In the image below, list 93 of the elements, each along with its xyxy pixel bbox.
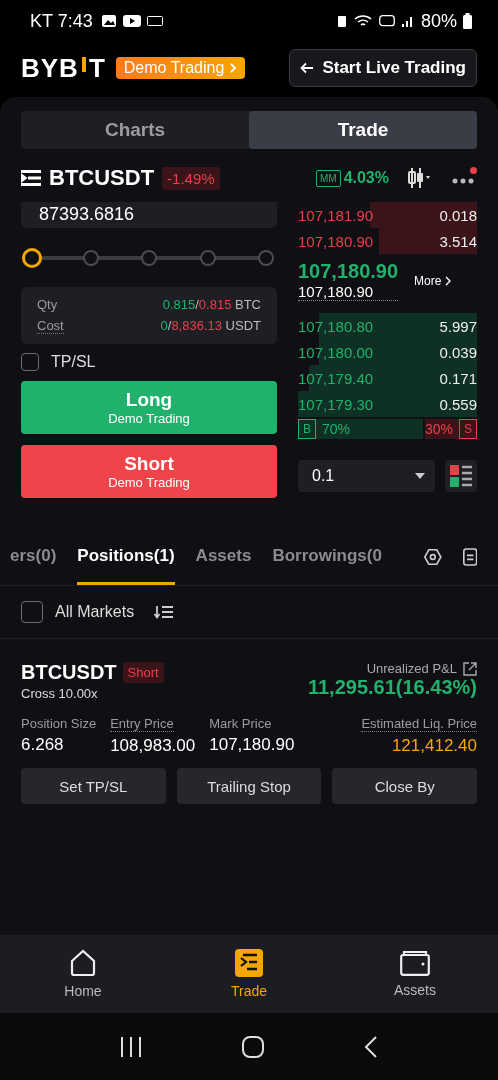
arrow-left-icon bbox=[300, 62, 315, 74]
bid-price[interactable]: 107,179.40 bbox=[298, 369, 374, 387]
bid-size: 5.997 bbox=[439, 317, 477, 335]
field-label: Mark Price bbox=[209, 716, 272, 731]
battery-level: 80% bbox=[420, 10, 457, 32]
sell-percentage: 30% bbox=[424, 421, 453, 437]
view-tab[interactable]: Trade bbox=[249, 111, 477, 149]
mark-price: 107,180.90 bbox=[298, 283, 399, 301]
card-icon bbox=[146, 16, 163, 26]
gallery-icon bbox=[100, 14, 117, 28]
battery-icon bbox=[463, 13, 472, 29]
last-price: 107,180.90 bbox=[298, 260, 399, 283]
position-tab[interactable]: Assets bbox=[195, 529, 252, 585]
nav-item[interactable]: Assets bbox=[332, 935, 498, 1013]
view-tab[interactable]: Charts bbox=[21, 111, 249, 149]
margin-mode[interactable]: Cross 10.00x bbox=[21, 686, 98, 701]
video-icon bbox=[122, 15, 141, 27]
buy-marker: B bbox=[298, 419, 316, 439]
field-label: Estimated Liq. Price bbox=[361, 716, 477, 732]
recent-apps-icon[interactable] bbox=[120, 1035, 142, 1058]
slider-thumb[interactable] bbox=[22, 248, 42, 268]
trade-icon bbox=[235, 949, 263, 977]
field-label: Entry Price bbox=[110, 716, 174, 732]
position-side-tag: Short bbox=[122, 662, 164, 683]
field-value: 121,412.40 bbox=[391, 736, 477, 756]
nav-item[interactable]: Home bbox=[0, 935, 166, 1013]
slider-step[interactable] bbox=[141, 250, 157, 266]
chevron-icon bbox=[445, 275, 452, 286]
tick-size-dropdown[interactable]: 0.1 bbox=[298, 460, 435, 492]
ask-price[interactable]: 107,181.90 bbox=[298, 206, 374, 224]
qty-value: 0.815/0.815 BTC bbox=[162, 297, 261, 312]
ask-size: 3.514 bbox=[439, 232, 477, 250]
price-field[interactable]: 87393.6816 bbox=[21, 202, 277, 228]
position-tab[interactable]: Positions(1) bbox=[77, 529, 175, 585]
bid-size: 0.559 bbox=[439, 395, 477, 413]
battery-saver-icon bbox=[336, 14, 347, 28]
candlestick-icon[interactable] bbox=[407, 167, 431, 189]
position-action-button[interactable]: Trailing Stop bbox=[176, 768, 322, 804]
ask-price[interactable]: 107,180.90 bbox=[298, 232, 374, 250]
status-time: KT 7:43 bbox=[30, 10, 93, 32]
more-link[interactable]: More bbox=[408, 272, 458, 289]
bid-price[interactable]: 107,179.30 bbox=[298, 395, 374, 413]
field-label: Position Size bbox=[21, 716, 97, 731]
tpsl-checkbox[interactable] bbox=[21, 353, 39, 371]
bid-size: 0.039 bbox=[439, 343, 477, 361]
hd-icon bbox=[378, 14, 395, 28]
share-icon[interactable] bbox=[463, 661, 477, 676]
unrealized-pnl-value: 11,295.61(16.43%) bbox=[307, 676, 477, 699]
cost-label: Cost bbox=[37, 318, 64, 334]
slider-step[interactable] bbox=[82, 250, 99, 266]
document-icon[interactable] bbox=[462, 546, 477, 568]
cost-value: 0/8,836.13 USDT bbox=[160, 318, 261, 334]
slider-step[interactable] bbox=[199, 250, 216, 266]
mm-rate: 4.03% bbox=[343, 169, 389, 187]
bid-size: 0.171 bbox=[439, 369, 477, 387]
book-layout-button[interactable] bbox=[445, 460, 477, 492]
bybit-logo: BYB T bbox=[21, 52, 106, 84]
field-value: 107,180.90 bbox=[209, 735, 295, 755]
bid-price[interactable]: 107,180.80 bbox=[298, 317, 374, 335]
wifi-icon bbox=[352, 14, 373, 28]
field-value: 6.268 bbox=[21, 735, 64, 755]
position-action-button[interactable]: Close By bbox=[332, 768, 477, 804]
unrealized-pnl-label: Unrealized P&L bbox=[366, 661, 457, 676]
settings-icon[interactable] bbox=[423, 546, 442, 568]
tpsl-label: TP/SL bbox=[51, 353, 96, 371]
qty-label: Qty bbox=[37, 297, 58, 312]
chevron-icon bbox=[229, 62, 238, 74]
symbol-name[interactable]: BTCUSDT bbox=[49, 165, 155, 191]
sell-marker: S bbox=[459, 419, 477, 439]
ask-size: 0.018 bbox=[439, 206, 477, 224]
nav-item[interactable]: Trade bbox=[166, 935, 332, 1013]
buy-percentage: 70% bbox=[322, 421, 351, 437]
position-action-button[interactable]: Set TP/SL bbox=[21, 768, 166, 804]
signal-icon bbox=[400, 14, 415, 28]
price-change-badge: -1.49% bbox=[162, 166, 220, 190]
caret-icon bbox=[415, 473, 425, 479]
all-markets-checkbox[interactable] bbox=[21, 601, 43, 623]
mm-badge: MM bbox=[315, 169, 341, 187]
back-icon[interactable] bbox=[364, 1035, 378, 1058]
home-icon bbox=[69, 949, 97, 977]
field-value: 108,983.00 bbox=[110, 736, 196, 756]
slider-step[interactable] bbox=[258, 250, 274, 266]
position-tab[interactable]: ers(0) bbox=[10, 529, 57, 585]
position-symbol[interactable]: BTCUSDT bbox=[21, 661, 117, 684]
wallet-icon bbox=[400, 950, 430, 976]
short-button[interactable]: Short Demo Trading bbox=[21, 445, 277, 498]
home-button-icon[interactable] bbox=[242, 1035, 264, 1058]
menu-icon[interactable] bbox=[21, 170, 41, 186]
start-live-trading-button[interactable]: Start Live Trading bbox=[289, 49, 477, 87]
all-markets-label: All Markets bbox=[55, 603, 135, 621]
bid-price[interactable]: 107,180.00 bbox=[298, 343, 374, 361]
sort-icon[interactable] bbox=[154, 604, 175, 620]
position-tab[interactable]: Borrowings(0 bbox=[272, 529, 382, 585]
